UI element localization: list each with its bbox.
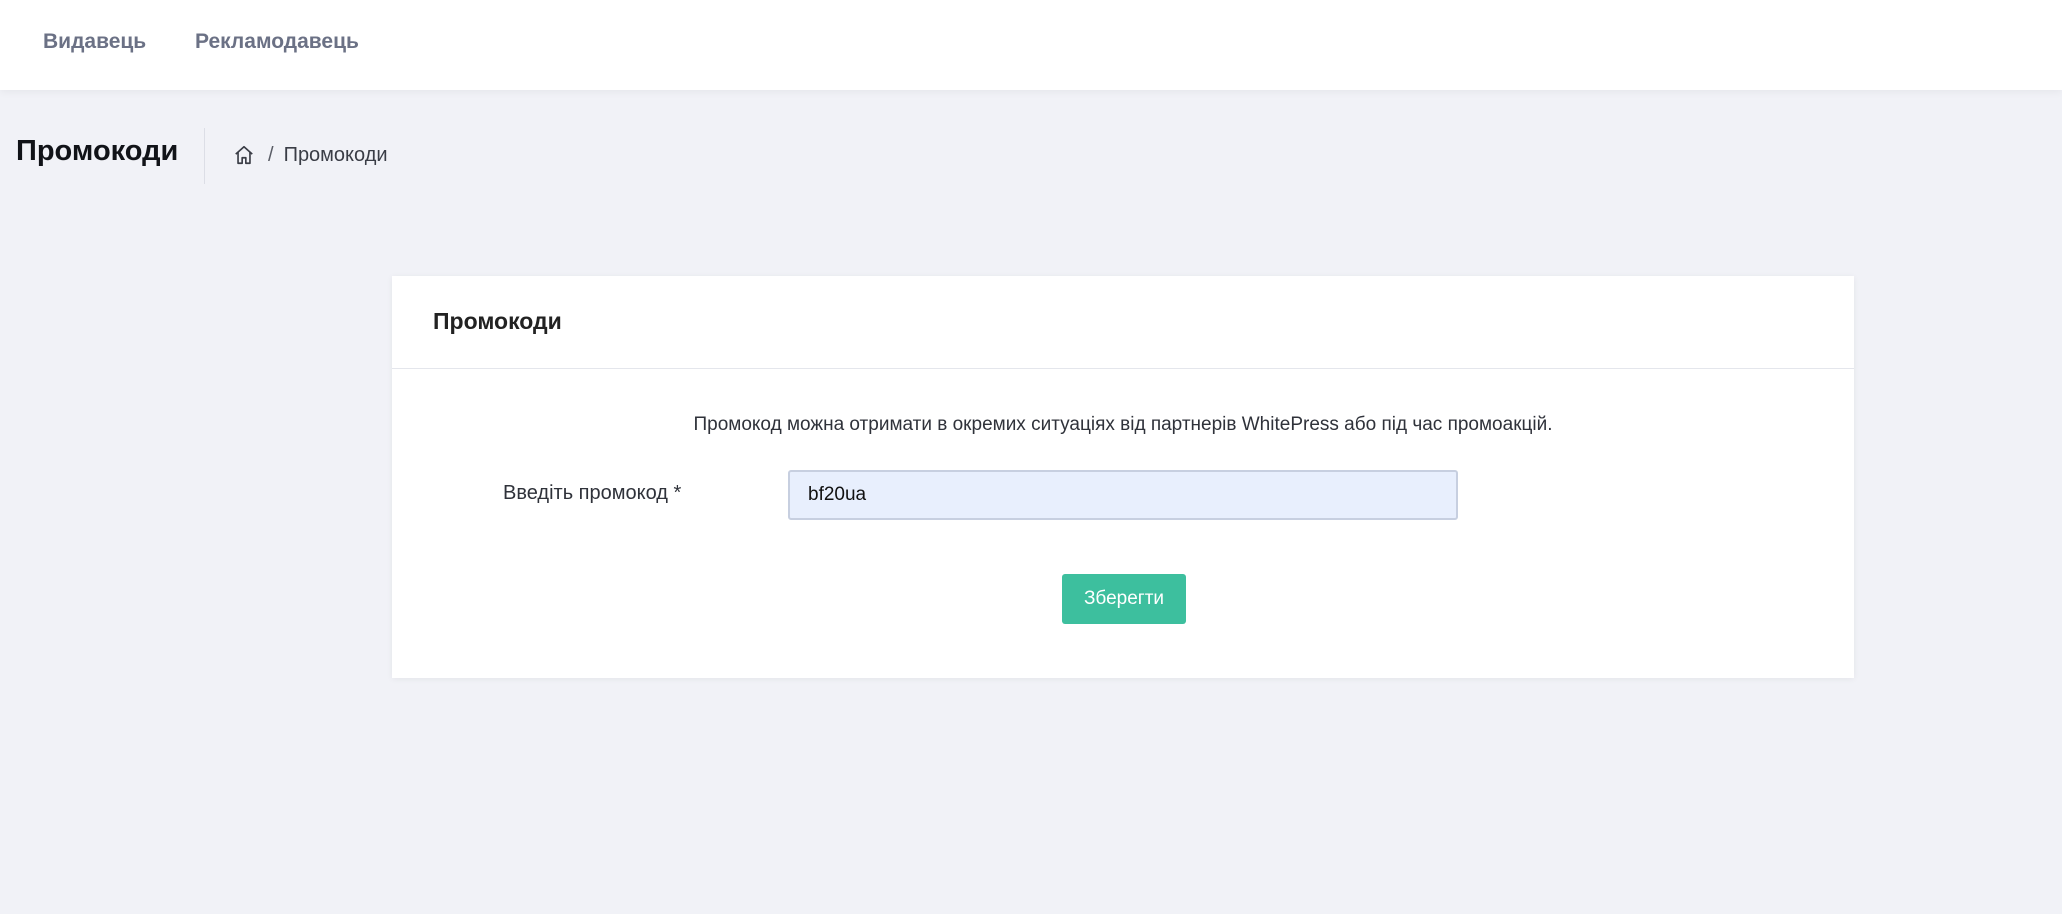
breadcrumb-separator: / [268,143,274,166]
promo-info-text: Промокод можна отримати в окремих ситуац… [693,414,1553,435]
promo-code-label: Введіть промокод * [503,482,682,504]
nav-advertiser[interactable]: Рекламодавець [195,30,359,54]
breadcrumb: / Промокоди [232,141,388,169]
promo-code-input[interactable] [788,470,1458,520]
card-body: Промокод можна отримати в окремих ситуац… [392,369,1854,677]
nav-publisher[interactable]: Видавець [43,30,146,54]
top-navigation: Видавець Рекламодавець [0,0,2062,90]
card-header: Промокоди [392,276,1854,369]
home-icon[interactable] [232,143,256,167]
page-title: Промокоди [16,135,179,167]
breadcrumb-current: Промокоди [283,143,388,166]
save-button[interactable]: Зберегти [1062,574,1186,624]
subheader-divider [204,128,205,184]
card-title: Промокоди [433,308,562,334]
